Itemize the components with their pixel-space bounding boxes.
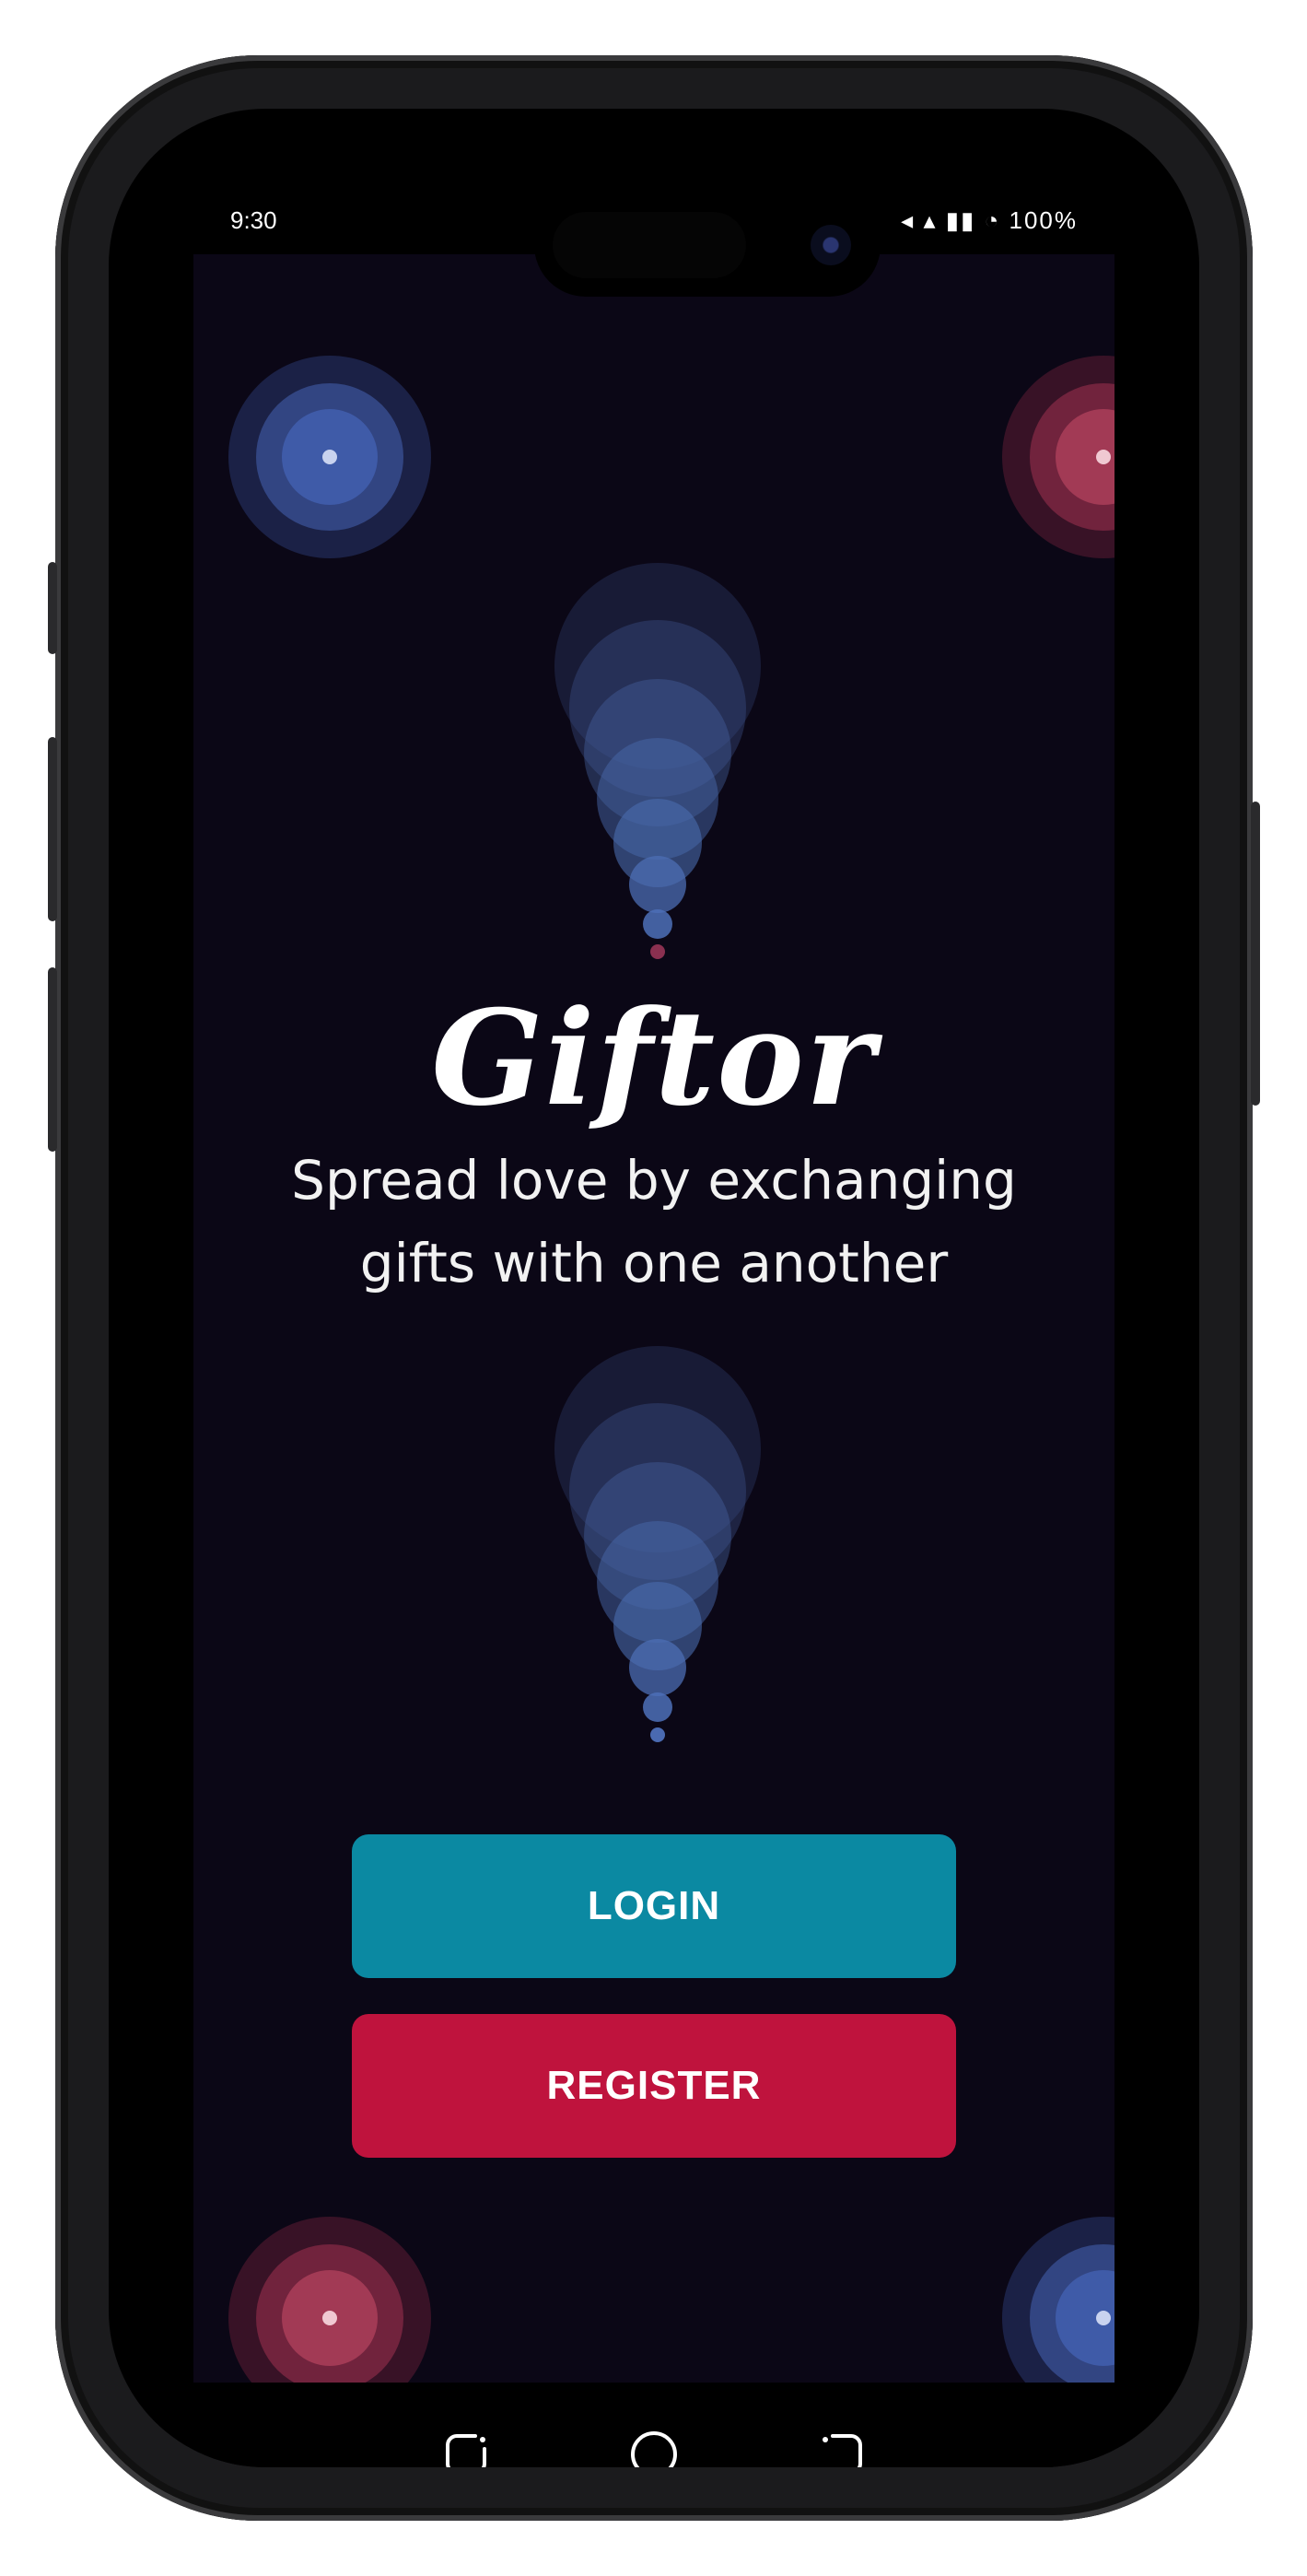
dynamic-island [534, 193, 881, 297]
register-button[interactable]: REGISTER [352, 2014, 956, 2158]
blue-target-top-left [228, 356, 431, 558]
status-icons: ◂ ▴ ▮▮ ◔ 100% [901, 206, 1078, 234]
red-target-top-right [1002, 356, 1114, 558]
volume-down-button [48, 967, 57, 1152]
app-screen: Giftor Spread love by exchanging gifts w… [193, 254, 1114, 2383]
app-logo: Giftor [431, 982, 877, 1135]
blue-target-bottom-right [1002, 2217, 1114, 2383]
tagline: Spread love by exchanging gifts with one… [193, 1139, 1114, 1305]
phone-frame: Giftor Spread love by exchanging gifts w… [48, 55, 1260, 2521]
back-icon[interactable] [442, 2429, 494, 2467]
login-button[interactable]: LOGIN [352, 1834, 956, 1978]
home-icon[interactable] [628, 2429, 680, 2467]
volume-up-button [48, 737, 57, 921]
status-time: 9:30 [230, 206, 277, 234]
face-id-sensor [553, 212, 746, 278]
tagline-line-2: gifts with one another [359, 1232, 949, 1294]
navigation-bar [193, 2383, 1114, 2467]
phone-bezel: Giftor Spread love by exchanging gifts w… [109, 109, 1199, 2467]
tagline-line-1: Spread love by exchanging [291, 1149, 1017, 1212]
decorative-bubble-cone-top [554, 563, 761, 959]
front-camera-icon [811, 225, 851, 265]
power-button [1251, 802, 1260, 1106]
action-button [48, 562, 57, 654]
recents-icon[interactable] [814, 2429, 866, 2467]
decorative-bubble-cone-bottom [554, 1346, 761, 1742]
red-target-bottom-left [228, 2217, 431, 2383]
